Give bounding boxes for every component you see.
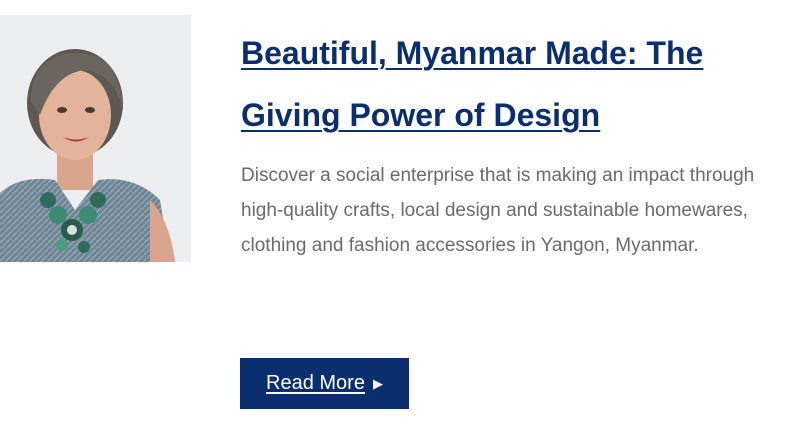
article-title-link[interactable]: Beautiful, Myanmar Made: The Giving Powe… [241, 35, 703, 133]
read-more-button[interactable]: Read More ▶ [240, 358, 409, 409]
article-content: Beautiful, Myanmar Made: The Giving Powe… [241, 22, 790, 263]
article-title: Beautiful, Myanmar Made: The Giving Powe… [241, 22, 790, 146]
caret-right-icon: ▶ [372, 375, 383, 391]
author-photo [0, 15, 191, 262]
read-more-label: Read More [266, 372, 365, 394]
article-description: Discover a social enterprise that is mak… [241, 165, 755, 256]
